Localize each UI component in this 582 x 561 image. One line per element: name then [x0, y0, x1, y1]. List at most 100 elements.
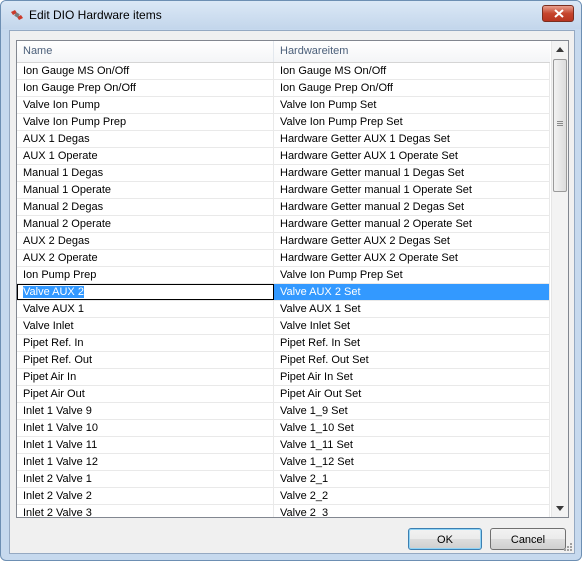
hardwareitem-cell[interactable]: Valve 2_1: [274, 471, 550, 487]
hardwareitem-cell[interactable]: Valve 1_11 Set: [274, 437, 550, 453]
name-cell-text: AUX 1 Operate: [23, 150, 98, 162]
name-cell[interactable]: Pipet Ref. Out: [17, 352, 274, 368]
table-row[interactable]: AUX 2 Degas Hardware Getter AUX 2 Degas S…: [17, 233, 550, 250]
table-row[interactable]: Inlet 1 Valve 11 Valve 1_11 Set: [17, 437, 550, 454]
table-row[interactable]: Pipet Air In Pipet Air In Set: [17, 369, 550, 386]
scrollbar-thumb[interactable]: [553, 59, 567, 192]
table-row[interactable]: Valve AUX 2 Valve AUX 2 Set: [17, 284, 550, 301]
hardware-items-grid[interactable]: Name Hardwareitem Ion Gauge MS On/Off Ion…: [16, 40, 569, 518]
table-row[interactable]: Inlet 2 Valve 3 Valve 2_3: [17, 505, 550, 518]
hardwareitem-cell[interactable]: Valve 2_2: [274, 488, 550, 504]
hardwareitem-cell[interactable]: Valve AUX 1 Set: [274, 301, 550, 317]
ok-button[interactable]: OK: [408, 528, 482, 550]
name-cell[interactable]: Ion Gauge MS On/Off: [17, 63, 274, 79]
name-cell[interactable]: Valve AUX 2: [17, 284, 274, 300]
name-cell[interactable]: Ion Pump Prep: [17, 267, 274, 283]
hardwareitem-cell[interactable]: Hardware Getter AUX 1 Degas Set: [274, 131, 550, 147]
hardwareitem-cell[interactable]: Hardware Getter manual 1 Degas Set: [274, 165, 550, 181]
table-row[interactable]: Pipet Ref. In Pipet Ref. In Set: [17, 335, 550, 352]
table-row[interactable]: Inlet 2 Valve 1 Valve 2_1: [17, 471, 550, 488]
hardwareitem-cell[interactable]: Pipet Ref. Out Set: [274, 352, 550, 368]
name-cell[interactable]: Valve Inlet: [17, 318, 274, 334]
scroll-up-button[interactable]: [552, 41, 568, 58]
hardwareitem-cell[interactable]: Valve 1_10 Set: [274, 420, 550, 436]
table-row[interactable]: Inlet 1 Valve 10 Valve 1_10 Set: [17, 420, 550, 437]
satellite-app-icon: [11, 10, 23, 20]
table-row[interactable]: Ion Gauge MS On/Off Ion Gauge MS On/Off: [17, 63, 550, 80]
table-row[interactable]: Manual 1 Degas Hardware Getter manual 1 D…: [17, 165, 550, 182]
table-row[interactable]: Valve Inlet Valve Inlet Set: [17, 318, 550, 335]
name-cell[interactable]: Valve AUX 1: [17, 301, 274, 317]
table-row[interactable]: Manual 2 Degas Hardware Getter manual 2 D…: [17, 199, 550, 216]
table-row[interactable]: Inlet 2 Valve 2 Valve 2_2: [17, 488, 550, 505]
name-cell[interactable]: Pipet Air Out: [17, 386, 274, 402]
table-row[interactable]: Ion Gauge Prep On/Off Ion Gauge Prep On/O…: [17, 80, 550, 97]
name-cell[interactable]: Manual 1 Degas: [17, 165, 274, 181]
hardwareitem-cell[interactable]: Hardware Getter AUX 2 Operate Set: [274, 250, 550, 266]
name-cell-text: Pipet Air In: [23, 371, 77, 383]
cancel-button[interactable]: Cancel: [490, 528, 566, 550]
vertical-scrollbar[interactable]: [551, 41, 568, 517]
table-row[interactable]: AUX 1 Degas Hardware Getter AUX 1 Degas S…: [17, 131, 550, 148]
name-cell[interactable]: Inlet 2 Valve 2: [17, 488, 274, 504]
table-row[interactable]: Manual 1 Operate Hardware Getter manual 1…: [17, 182, 550, 199]
hardwareitem-cell[interactable]: Valve 1_12 Set: [274, 454, 550, 470]
hardwareitem-cell[interactable]: Ion Gauge MS On/Off: [274, 63, 550, 79]
table-row[interactable]: Pipet Air Out Pipet Air Out Set: [17, 386, 550, 403]
name-cell[interactable]: Inlet 1 Valve 12: [17, 454, 274, 470]
hardwareitem-cell[interactable]: Hardware Getter AUX 1 Operate Set: [274, 148, 550, 164]
name-cell[interactable]: Pipet Ref. In: [17, 335, 274, 351]
name-cell[interactable]: AUX 1 Operate: [17, 148, 274, 164]
name-cell[interactable]: Valve Ion Pump: [17, 97, 274, 113]
name-cell-text: AUX 2 Operate: [23, 252, 98, 264]
hardwareitem-cell[interactable]: Valve Inlet Set: [274, 318, 550, 334]
hardwareitem-cell[interactable]: Pipet Air In Set: [274, 369, 550, 385]
hardwareitem-cell[interactable]: Pipet Ref. In Set: [274, 335, 550, 351]
table-row[interactable]: AUX 1 Operate Hardware Getter AUX 1 Opera…: [17, 148, 550, 165]
resize-grip-icon[interactable]: [562, 541, 572, 551]
name-cell-text: Ion Pump Prep: [23, 269, 97, 281]
table-row[interactable]: AUX 2 Operate Hardware Getter AUX 2 Opera…: [17, 250, 550, 267]
hardwareitem-cell[interactable]: Hardware Getter AUX 2 Degas Set: [274, 233, 550, 249]
name-cell[interactable]: Inlet 1 Valve 9: [17, 403, 274, 419]
name-cell[interactable]: Valve Ion Pump Prep: [17, 114, 274, 130]
hardwareitem-cell[interactable]: Valve AUX 2 Set: [274, 284, 550, 300]
hardwareitem-cell[interactable]: Valve 2_3: [274, 505, 550, 517]
table-row[interactable]: Inlet 1 Valve 9 Valve 1_9 Set: [17, 403, 550, 420]
table-row[interactable]: Valve Ion Pump Prep Valve Ion Pump Prep S…: [17, 114, 550, 131]
table-row[interactable]: Inlet 1 Valve 12 Valve 1_12 Set: [17, 454, 550, 471]
name-cell[interactable]: Manual 2 Operate: [17, 216, 274, 232]
table-row[interactable]: Ion Pump Prep Valve Ion Pump Prep Set: [17, 267, 550, 284]
name-cell-text: Ion Gauge MS On/Off: [23, 65, 130, 77]
table-row[interactable]: Manual 2 Operate Hardware Getter manual 2…: [17, 216, 550, 233]
table-row[interactable]: Pipet Ref. Out Pipet Ref. Out Set: [17, 352, 550, 369]
hardwareitem-cell[interactable]: Pipet Air Out Set: [274, 386, 550, 402]
table-row[interactable]: Valve AUX 1 Valve AUX 1 Set: [17, 301, 550, 318]
name-cell[interactable]: AUX 2 Degas: [17, 233, 274, 249]
name-cell[interactable]: AUX 1 Degas: [17, 131, 274, 147]
name-cell-text: Inlet 2 Valve 3: [23, 507, 92, 518]
close-button[interactable]: [542, 5, 574, 22]
name-cell[interactable]: Ion Gauge Prep On/Off: [17, 80, 274, 96]
table-row[interactable]: Valve Ion Pump Valve Ion Pump Set: [17, 97, 550, 114]
hardwareitem-cell[interactable]: Hardware Getter manual 1 Operate Set: [274, 182, 550, 198]
column-header-name[interactable]: Name: [17, 41, 274, 62]
hardwareitem-cell[interactable]: Valve 1_9 Set: [274, 403, 550, 419]
name-cell[interactable]: Inlet 1 Valve 10: [17, 420, 274, 436]
name-cell[interactable]: Manual 2 Degas: [17, 199, 274, 215]
title-bar[interactable]: Edit DIO Hardware items: [1, 1, 581, 29]
hardwareitem-cell[interactable]: Valve Ion Pump Prep Set: [274, 114, 550, 130]
scroll-down-button[interactable]: [552, 500, 568, 517]
hardwareitem-cell[interactable]: Valve Ion Pump Set: [274, 97, 550, 113]
hardwareitem-cell[interactable]: Ion Gauge Prep On/Off: [274, 80, 550, 96]
name-cell[interactable]: Pipet Air In: [17, 369, 274, 385]
name-cell[interactable]: Manual 1 Operate: [17, 182, 274, 198]
hardwareitem-cell[interactable]: Valve Ion Pump Prep Set: [274, 267, 550, 283]
name-cell[interactable]: AUX 2 Operate: [17, 250, 274, 266]
hardwareitem-cell[interactable]: Hardware Getter manual 2 Degas Set: [274, 199, 550, 215]
name-cell[interactable]: Inlet 2 Valve 1: [17, 471, 274, 487]
name-cell[interactable]: Inlet 2 Valve 3: [17, 505, 274, 518]
name-cell[interactable]: Inlet 1 Valve 11: [17, 437, 274, 453]
hardwareitem-cell[interactable]: Hardware Getter manual 2 Operate Set: [274, 216, 550, 232]
column-header-hardwareitem[interactable]: Hardwareitem: [274, 41, 550, 62]
